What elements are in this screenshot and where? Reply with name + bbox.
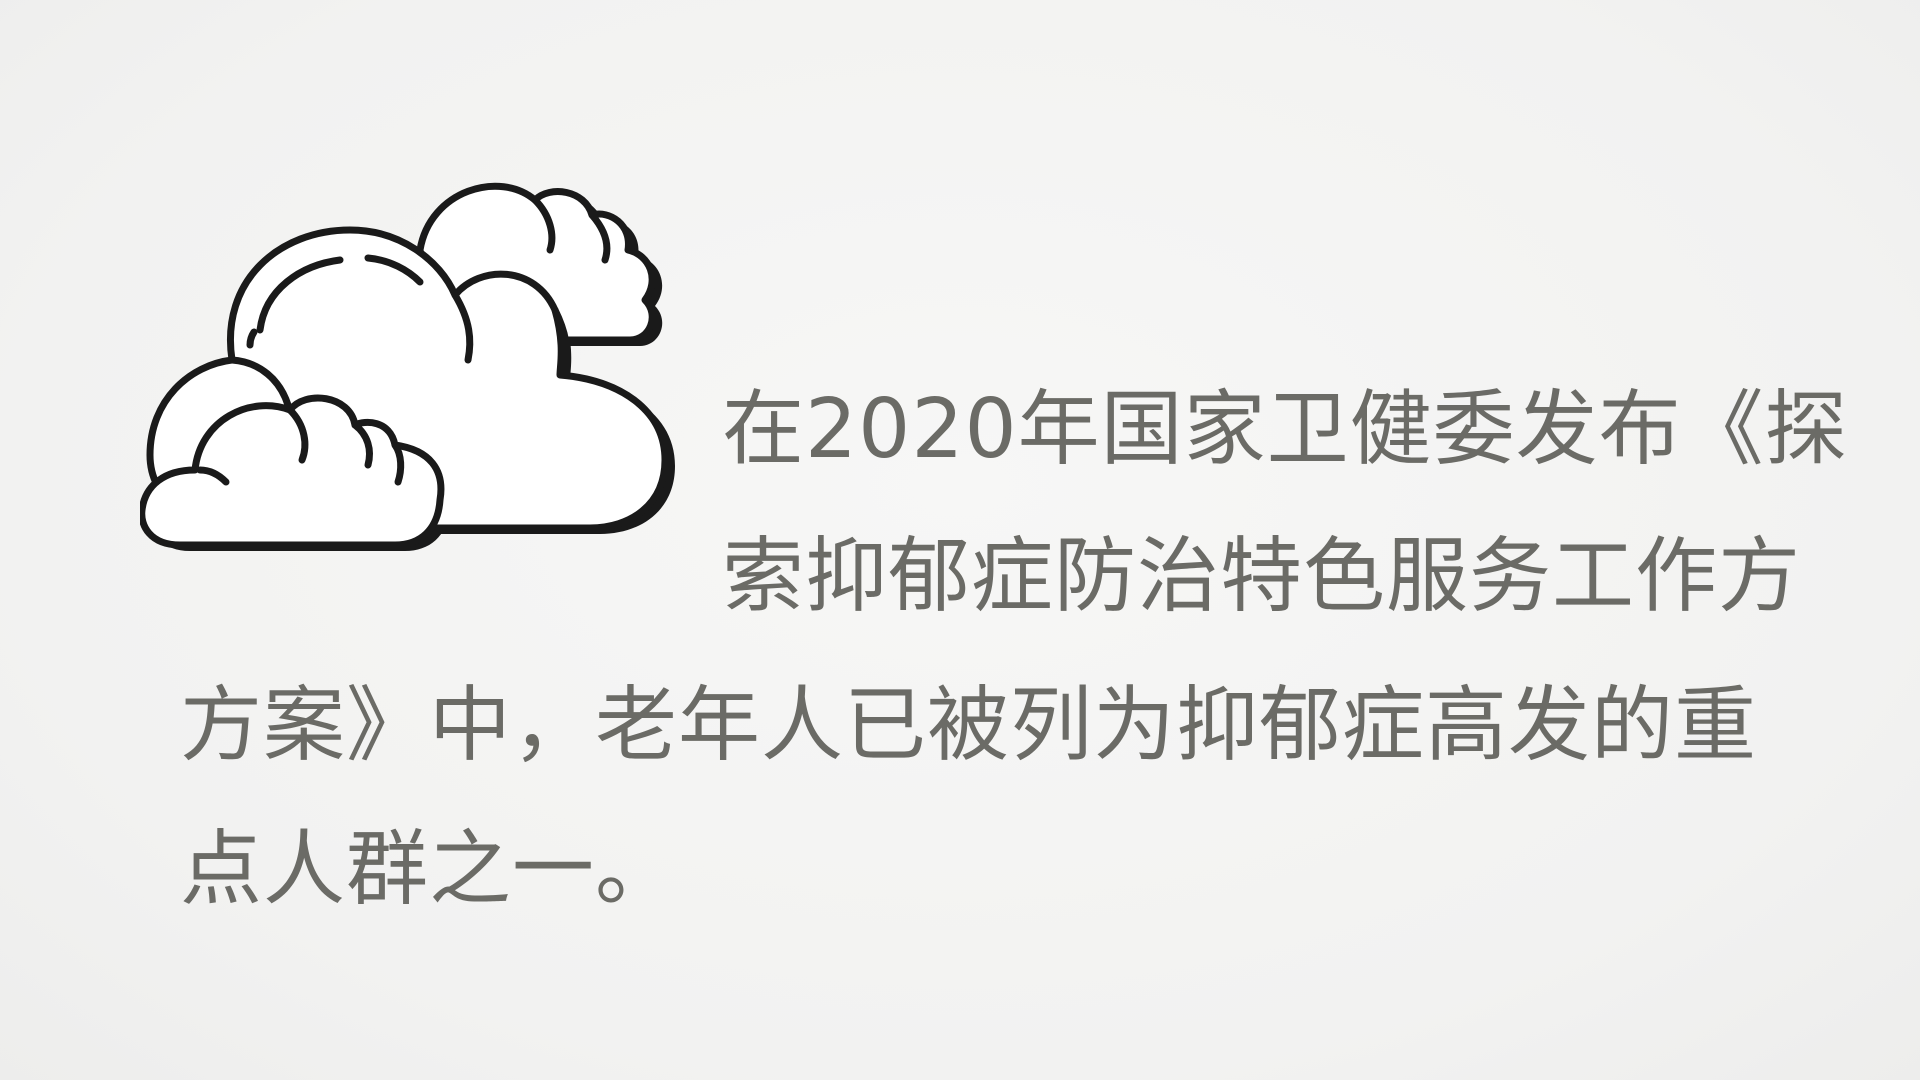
- paragraph-line: 方案》中，老年人已被列为抑郁症高发的重: [180, 678, 1758, 773]
- paragraph-line: 在2020年国家卫健委发布《探: [722, 382, 1848, 477]
- paragraph-line: 点人群之一。: [180, 822, 679, 917]
- paragraph: 在2020年国家卫健委发布《探 索抑郁症防治特色服务工作方 方案》中，老年人已被…: [0, 0, 1920, 1080]
- slide-background: 在2020年国家卫健委发布《探 索抑郁症防治特色服务工作方 方案》中，老年人已被…: [0, 0, 1920, 1080]
- paragraph-line: 索抑郁症防治特色服务工作方: [722, 529, 1802, 624]
